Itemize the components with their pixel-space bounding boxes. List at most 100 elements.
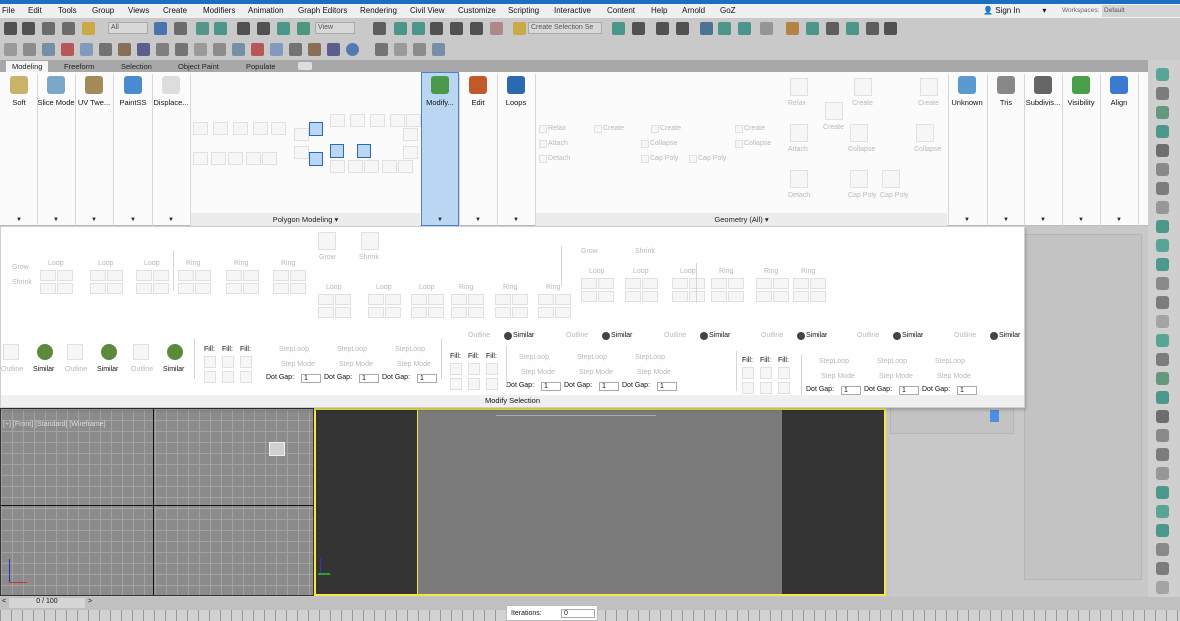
selection-tool-button[interactable] xyxy=(760,367,772,379)
similar-button[interactable]: Similar xyxy=(806,332,827,339)
tool-15-icon[interactable] xyxy=(270,43,283,56)
loop-button[interactable]: Loop xyxy=(680,268,696,275)
selection-tool-button[interactable] xyxy=(810,278,826,289)
viewport-active[interactable] xyxy=(314,408,886,596)
geometry-collapse-button[interactable]: Collapse xyxy=(744,140,771,147)
dropdown-arrow-icon[interactable]: ▼ xyxy=(1078,217,1084,223)
tool-14-icon[interactable] xyxy=(251,43,264,56)
dot-gap-spinner[interactable]: 1 xyxy=(359,374,379,383)
selection-tool-button[interactable] xyxy=(689,278,705,289)
tool-21-icon[interactable] xyxy=(394,43,407,56)
geometry-collapse-button[interactable]: Collapse xyxy=(848,146,875,153)
dope-sheet-icon[interactable] xyxy=(738,22,751,35)
selection-tool-button[interactable] xyxy=(368,294,384,305)
polygon-tool-button[interactable] xyxy=(370,114,385,127)
ring-button[interactable]: Ring xyxy=(801,268,815,275)
selection-tool-button[interactable] xyxy=(240,371,252,383)
polygon-tool-button[interactable] xyxy=(253,122,268,135)
selection-tool-button[interactable] xyxy=(672,291,688,302)
loop-button[interactable]: Loop xyxy=(326,284,342,291)
selection-tool-button[interactable] xyxy=(756,278,772,289)
selection-tool-button[interactable] xyxy=(178,270,194,281)
similar-button[interactable]: Similar xyxy=(33,366,54,373)
polygon-tool-button[interactable] xyxy=(271,122,286,135)
polygon-tool-button[interactable] xyxy=(364,160,379,173)
selection-tool-button[interactable] xyxy=(428,307,444,318)
ring-button[interactable]: Ring xyxy=(719,268,733,275)
steploop-button[interactable]: StepLoop xyxy=(877,358,907,365)
step-mode-button[interactable]: Step Mode xyxy=(879,373,913,380)
selection-tool-button[interactable] xyxy=(598,278,614,289)
loop-button[interactable]: Loop xyxy=(48,260,64,267)
selection-filter-dropdown[interactable]: All xyxy=(108,22,148,34)
selection-tool-button[interactable] xyxy=(742,367,754,379)
selection-tool-button[interactable] xyxy=(468,378,480,390)
tab-object-paint[interactable]: Object Paint xyxy=(172,61,225,72)
menu-graph-editors[interactable]: Graph Editors xyxy=(298,6,347,15)
tool-22-icon[interactable] xyxy=(413,43,426,56)
rotate-icon[interactable] xyxy=(257,22,270,35)
selection-tool-button[interactable] xyxy=(411,294,427,305)
right-tool-icon[interactable] xyxy=(1156,220,1169,233)
viewport-label[interactable]: [+] [Front] [Standard] [Wireframe] xyxy=(3,421,106,428)
spinner-snap-icon[interactable] xyxy=(490,22,503,35)
steploop-button[interactable]: StepLoop xyxy=(519,354,549,361)
tool-13-icon[interactable] xyxy=(232,43,245,56)
ribbon-button-slice-mode[interactable]: Slice Mode xyxy=(37,76,75,107)
geometry-create-button[interactable]: Create xyxy=(744,125,765,132)
dropdown-arrow-icon[interactable]: ▼ xyxy=(130,217,136,223)
color-swatch[interactable] xyxy=(990,410,999,422)
outline-button[interactable]: Outline xyxy=(954,332,976,339)
snap-3d-icon[interactable] xyxy=(430,22,443,35)
selection-tool-button[interactable] xyxy=(742,382,754,394)
right-tool-icon[interactable] xyxy=(1156,429,1169,442)
tool-5-icon[interactable] xyxy=(80,43,93,56)
selection-tool-button[interactable] xyxy=(290,270,306,281)
right-tool-icon[interactable] xyxy=(1156,163,1169,176)
polygon-mode-button[interactable] xyxy=(309,122,323,136)
polygon-tool-button[interactable] xyxy=(382,160,397,173)
selection-tool-button[interactable] xyxy=(222,371,234,383)
layer-explorer-icon[interactable] xyxy=(676,22,689,35)
selection-tool-button[interactable] xyxy=(335,307,351,318)
steploop-button[interactable]: StepLoop xyxy=(395,346,425,353)
right-tool-icon[interactable] xyxy=(1156,543,1169,556)
ribbon-button-tris[interactable]: Tris xyxy=(987,76,1025,107)
selection-tool-button[interactable] xyxy=(195,270,211,281)
step-mode-button[interactable]: Step Mode xyxy=(521,369,555,376)
selection-tool-button[interactable] xyxy=(222,356,234,368)
tab-options-icon[interactable] xyxy=(298,62,312,70)
schematic-view-icon[interactable] xyxy=(760,22,773,35)
similar-button[interactable]: Similar xyxy=(999,332,1020,339)
selection-tool-button[interactable] xyxy=(450,378,462,390)
loop-button[interactable]: Loop xyxy=(633,268,649,275)
percent-snap-icon[interactable] xyxy=(470,22,483,35)
dot-gap-spinner[interactable]: 1 xyxy=(599,382,619,391)
right-tool-icon[interactable] xyxy=(1156,562,1169,575)
selection-tool-button[interactable] xyxy=(581,291,597,302)
selection-tool-button[interactable] xyxy=(555,307,571,318)
polygon-tool-button[interactable] xyxy=(390,114,405,127)
tab-selection[interactable]: Selection xyxy=(115,61,158,72)
step-mode-button[interactable]: Step Mode xyxy=(397,361,431,368)
menu-goz[interactable]: GoZ xyxy=(720,6,736,15)
polygon-tool-button[interactable] xyxy=(348,160,363,173)
steploop-button[interactable]: StepLoop xyxy=(935,358,965,365)
qr-icon[interactable] xyxy=(346,43,359,56)
shrink-button[interactable]: Shrink xyxy=(359,254,379,261)
geometry-detach-button[interactable]: Detach xyxy=(548,155,570,162)
selection-tool-button[interactable] xyxy=(793,291,809,302)
xyz-icon[interactable] xyxy=(61,43,74,56)
polygon-tool-button[interactable] xyxy=(211,152,226,165)
selection-tool-button[interactable] xyxy=(107,283,123,294)
polygon-tool-button[interactable] xyxy=(193,152,208,165)
right-tool-icon[interactable] xyxy=(1156,258,1169,271)
ribbon-button-soft[interactable]: Soft xyxy=(0,76,38,107)
geometry-cap-poly-button[interactable]: Cap Poly xyxy=(880,192,908,199)
right-tool-icon[interactable] xyxy=(1156,144,1169,157)
selection-tool-button[interactable] xyxy=(486,378,498,390)
selection-tool-button[interactable] xyxy=(57,270,73,281)
step-mode-button[interactable]: Step Mode xyxy=(579,369,613,376)
right-tool-icon[interactable] xyxy=(1156,486,1169,499)
select-object-icon[interactable] xyxy=(154,22,167,35)
